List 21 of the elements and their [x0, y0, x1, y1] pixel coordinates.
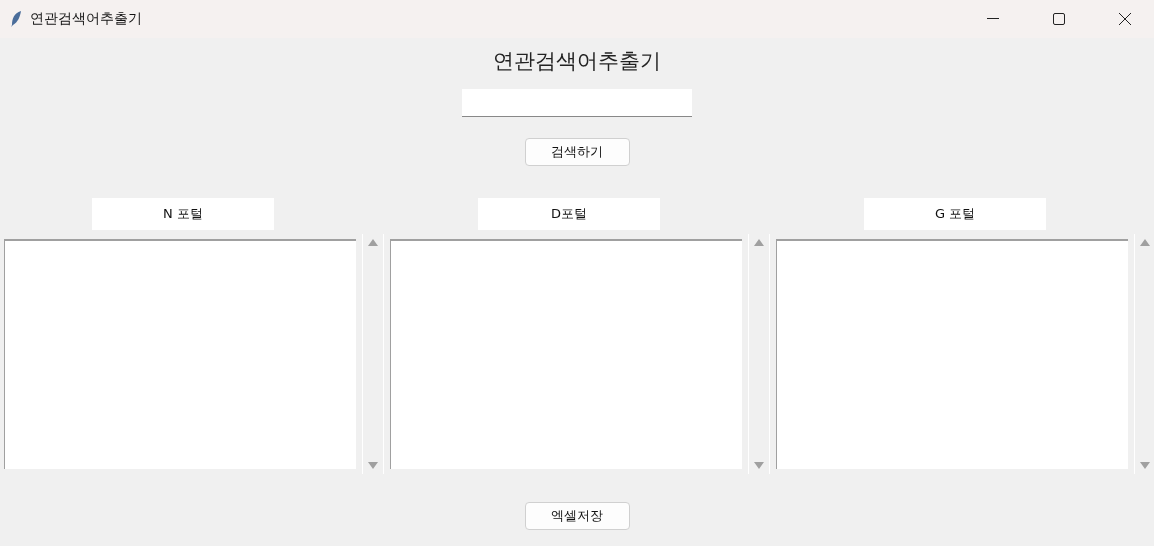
search-field[interactable]: [462, 89, 692, 117]
app-heading: 연관검색어추출기: [493, 48, 661, 75]
result-listbox[interactable]: [776, 239, 1128, 469]
scroll-down-arrow-icon[interactable]: [754, 462, 764, 469]
feather-icon: [10, 10, 22, 28]
scroll-down-arrow-icon[interactable]: [1140, 462, 1150, 469]
close-icon: [1119, 13, 1131, 25]
window-title: 연관검색어추출기: [30, 10, 143, 28]
scroll-up-arrow-icon[interactable]: [754, 239, 764, 246]
result-listbox[interactable]: [4, 239, 356, 469]
maximize-icon: [1053, 13, 1065, 25]
portal-label: N 포털: [92, 198, 274, 230]
save-excel-button[interactable]: 엑셀저장: [524, 502, 630, 530]
scroll-down-arrow-icon[interactable]: [368, 462, 378, 469]
scroll-up-arrow-icon[interactable]: [368, 239, 378, 246]
minimize-icon: [987, 18, 999, 20]
portal-label: D포털: [478, 198, 660, 230]
search-button[interactable]: 검색하기: [524, 138, 630, 166]
scroll-up-arrow-icon[interactable]: [1140, 239, 1150, 246]
portal-label: G 포털: [864, 198, 1046, 230]
result-listbox[interactable]: [390, 239, 742, 469]
